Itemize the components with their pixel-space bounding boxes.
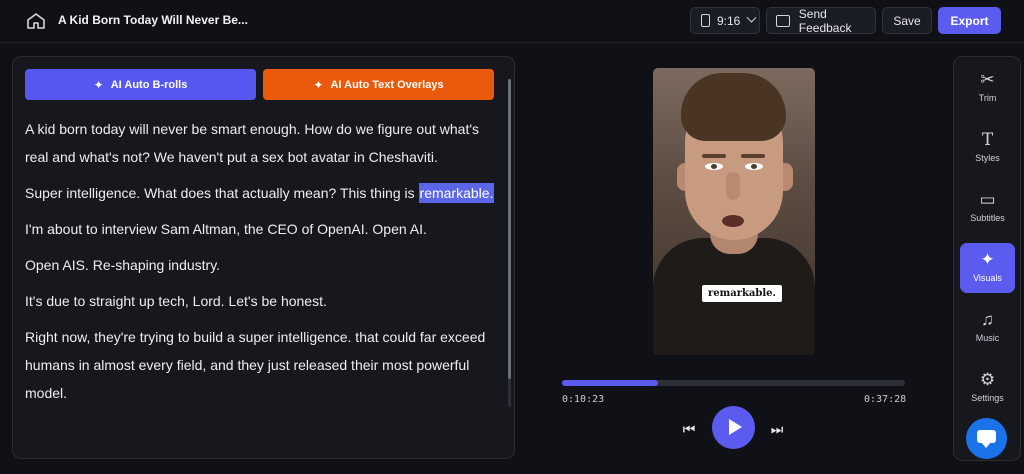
sidebar-item-label: Music (975, 333, 1000, 343)
scissors-icon: ✂ (980, 70, 995, 89)
aspect-ratio-value: 9:16 (717, 13, 741, 28)
sidebar-item-subtitles[interactable]: ▭ Subtitles (960, 183, 1015, 233)
sidebar-item-visuals[interactable]: ✦ Visuals (960, 243, 1015, 293)
video-caption: remarkable. (702, 285, 783, 302)
subtitles-icon: ▭ (979, 190, 996, 209)
transcript-paragraph[interactable]: A kid born today will never be smart eno… (25, 115, 495, 171)
video-preview[interactable] (653, 68, 815, 355)
gear-icon: ⚙ (979, 370, 996, 389)
transcript-paragraph[interactable]: Open AIS. Re-shaping industry. (25, 251, 495, 279)
transcript-panel: ✦ AI Auto B-rolls ✦ AI Auto Text Overlay… (12, 56, 515, 459)
ai-auto-brolls-button[interactable]: ✦ AI Auto B-rolls (25, 69, 256, 100)
skip-back-icon[interactable]: ⏮ (682, 422, 696, 436)
sidebar-item-label: Trim (978, 93, 997, 103)
transcript-text[interactable]: A kid born today will never be smart eno… (25, 115, 495, 415)
transcript-paragraph[interactable]: It's due to straight up tech, Lord. Let'… (25, 287, 495, 315)
music-icon: ♫ (981, 310, 994, 329)
chevron-down-icon (746, 12, 757, 23)
timeline-progress-fill (562, 380, 659, 386)
send-feedback-label: Send Feedback (798, 6, 852, 35)
current-time: 0:10:23 (562, 394, 605, 405)
ai-auto-brolls-label: AI Auto B-rolls (110, 78, 188, 91)
aspect-ratio-select[interactable]: 9:16 (690, 7, 760, 34)
skip-forward-icon[interactable]: ⏭ (770, 422, 784, 436)
sparkle-icon: ✦ (313, 77, 324, 92)
sidebar-item-music[interactable]: ♫ Music (960, 303, 1015, 353)
send-feedback-button[interactable]: Send Feedback (766, 6, 876, 35)
ai-auto-text-overlays-button[interactable]: ✦ AI Auto Text Overlays (263, 69, 494, 100)
sidebar-item-label: Subtitles (970, 213, 1005, 223)
sidebar-item-label: Visuals (973, 273, 1002, 283)
feedback-icon (776, 14, 790, 27)
sparkle-icon: ✦ (93, 77, 104, 92)
highlighted-word[interactable]: remarkable. (418, 183, 495, 203)
top-bar: A Kid Born Today Will Never Be... 9:16 S… (0, 0, 1024, 43)
timeline-progress-bar[interactable] (562, 380, 905, 386)
transcript-paragraph[interactable]: Right now, they're trying to build a sup… (25, 323, 495, 407)
transcript-paragraph-text[interactable]: Super intelligence. What does that actua… (25, 185, 415, 201)
transcript-paragraph[interactable]: I'm about to interview Sam Altman, the C… (25, 215, 495, 243)
sidebar-item-label: Styles (975, 153, 1000, 163)
scrollbar-thumb[interactable] (508, 79, 511, 379)
total-time: 0:37:28 (864, 394, 907, 405)
sidebar-item-styles[interactable]: T Styles (960, 123, 1015, 173)
home-icon[interactable] (26, 12, 46, 30)
ai-auto-text-overlays-label: AI Auto Text Overlays (330, 78, 444, 91)
chat-support-button[interactable] (966, 418, 1007, 459)
tools-sidebar: ✂ Trim T Styles ▭ Subtitles ✦ Visuals ♫ … (953, 56, 1021, 461)
sidebar-item-label: Settings (971, 393, 1004, 403)
text-icon: T (981, 130, 994, 150)
export-button[interactable]: Export (938, 7, 1001, 34)
sidebar-item-settings[interactable]: ⚙ Settings (960, 363, 1015, 413)
transcript-paragraph[interactable]: Super intelligence. What does that actua… (25, 179, 495, 207)
save-button[interactable]: Save (882, 7, 932, 34)
sidebar-item-trim[interactable]: ✂ Trim (960, 63, 1015, 113)
sparkle-icon: ✦ (980, 250, 995, 269)
transcript-scrollbar[interactable] (508, 79, 511, 407)
phone-icon (701, 14, 710, 27)
play-button[interactable] (712, 406, 755, 449)
project-title: A Kid Born Today Will Never Be... (58, 13, 248, 27)
